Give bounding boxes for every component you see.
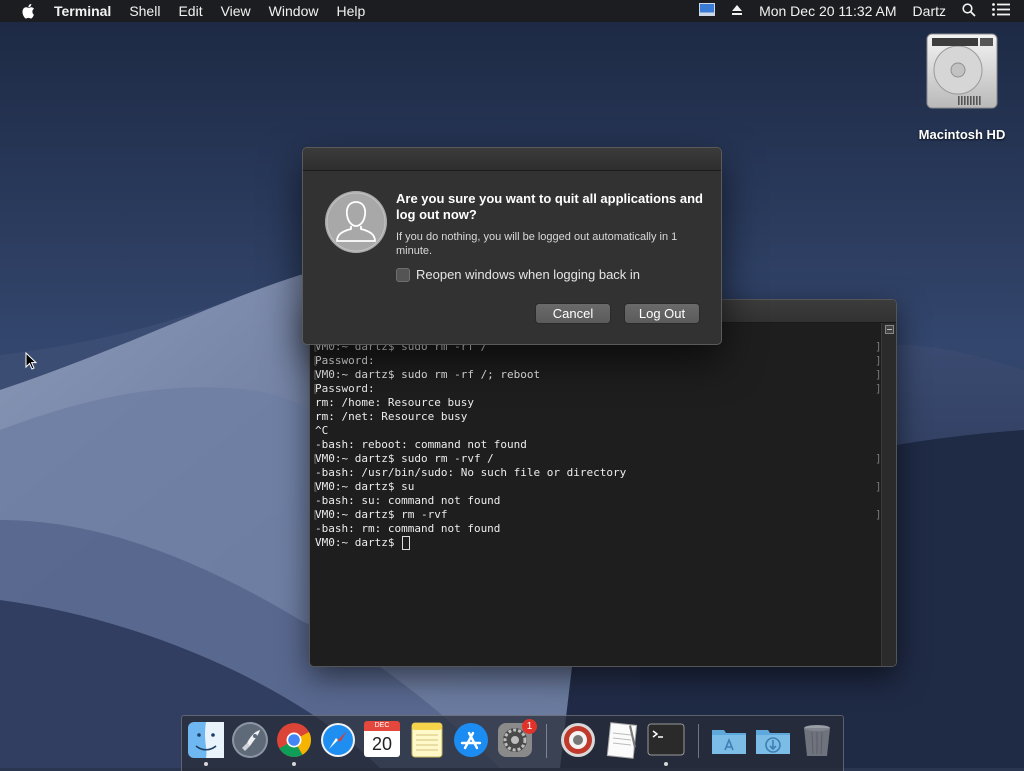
macintosh-hd-desktop-icon[interactable]: Macintosh HD xyxy=(912,32,1012,142)
terminal-line: -bash: reboot: command not found xyxy=(315,438,527,451)
mouse-pointer-icon xyxy=(25,352,37,370)
chrome-icon[interactable] xyxy=(275,721,313,759)
terminal-content[interactable]: VM0:~ dartz$ sudo rm -rf / Password: VM0… xyxy=(310,323,882,666)
menubar-clock[interactable]: Mon Dec 20 11:32 AM xyxy=(759,3,896,19)
calendar-day: 20 xyxy=(364,731,400,757)
terminal-window[interactable]: VM0:~ dartz$ sudo rm -rf / Password: VM0… xyxy=(309,299,897,667)
notes-icon[interactable] xyxy=(408,721,446,759)
dialog-message: If you do nothing, you will be logged ou… xyxy=(396,231,678,257)
finder-icon[interactable] xyxy=(187,721,225,759)
dock-separator xyxy=(698,724,699,758)
app-menu-terminal[interactable]: Terminal xyxy=(50,0,120,22)
terminal-cursor xyxy=(402,536,411,550)
menu-edit[interactable]: Edit xyxy=(169,0,211,22)
launchpad-icon[interactable] xyxy=(231,721,269,759)
finder-running-indicator xyxy=(204,762,208,766)
hard-drive-icon xyxy=(926,33,998,109)
terminal-line: VM0:~ dartz$ rm -rvf xyxy=(312,508,882,522)
logout-dialog: Are you sure you want to quit all applic… xyxy=(302,147,722,345)
reopen-windows-label[interactable]: Reopen windows when logging back in xyxy=(416,267,640,282)
terminal-line: Password: xyxy=(312,382,882,396)
terminal-line: ^C xyxy=(315,424,329,437)
photo-booth-icon[interactable] xyxy=(559,721,597,759)
terminal-line: VM0:~ dartz$ su xyxy=(312,480,882,494)
dock-separator xyxy=(546,724,547,758)
safari-icon[interactable] xyxy=(319,721,357,759)
menu-shell[interactable]: Shell xyxy=(120,0,169,22)
apple-menu-icon[interactable] xyxy=(18,0,38,22)
terminal-scrollbar[interactable] xyxy=(881,323,896,666)
spotlight-search-icon[interactable] xyxy=(962,2,976,20)
terminal-line: -bash: rm: command not found xyxy=(315,522,501,535)
notification-badge: 1 xyxy=(522,719,537,734)
eject-icon[interactable] xyxy=(731,3,743,19)
terminal-line: Password: xyxy=(312,354,882,368)
calendar-icon[interactable]: DEC 20 xyxy=(364,721,402,759)
user-avatar-icon xyxy=(325,191,387,253)
fast-user-switch[interactable]: Dartz xyxy=(913,3,946,19)
display-menu-extra-icon[interactable] xyxy=(699,3,716,19)
menu-help[interactable]: Help xyxy=(327,0,374,22)
terminal-line: rm: /net: Resource busy xyxy=(315,410,468,423)
terminal-prompt-line[interactable]: VM0:~ dartz$ xyxy=(315,536,882,550)
chrome-running-indicator xyxy=(292,762,296,766)
menu-view[interactable]: View xyxy=(212,0,260,22)
textedit-icon[interactable] xyxy=(603,721,641,759)
menu-bar: Terminal Shell Edit View Window Help Mon… xyxy=(0,0,1024,22)
terminal-icon[interactable] xyxy=(647,721,685,759)
calendar-month: DEC xyxy=(364,721,400,731)
dialog-titlebar xyxy=(303,148,721,171)
dock: DEC 20 1 xyxy=(181,715,844,771)
downloads-folder-icon[interactable] xyxy=(754,721,792,759)
reopen-windows-option[interactable]: Reopen windows when logging back in xyxy=(396,267,640,282)
menu-window[interactable]: Window xyxy=(260,0,328,22)
terminal-line: VM0:~ dartz$ sudo rm -rf /; reboot xyxy=(312,368,882,382)
terminal-running-indicator xyxy=(664,762,668,766)
system-preferences-icon[interactable]: 1 xyxy=(496,719,537,759)
reopen-windows-checkbox[interactable] xyxy=(396,267,410,282)
app-store-icon[interactable] xyxy=(452,721,490,759)
notification-center-icon[interactable] xyxy=(992,3,1010,19)
macintosh-hd-label: Macintosh HD xyxy=(918,127,1006,142)
applications-folder-icon[interactable] xyxy=(710,721,748,759)
log-out-button[interactable]: Log Out xyxy=(624,303,700,324)
terminal-line: rm: /home: Resource busy xyxy=(315,396,474,409)
dialog-heading: Are you sure you want to quit all applic… xyxy=(396,191,703,222)
terminal-line: -bash: /usr/bin/sudo: No such file or di… xyxy=(315,466,627,479)
scroll-collapse-button[interactable] xyxy=(885,325,894,334)
cancel-button[interactable]: Cancel xyxy=(535,303,611,324)
terminal-line: -bash: su: command not found xyxy=(315,494,501,507)
terminal-line: VM0:~ dartz$ sudo rm -rvf / xyxy=(312,452,882,466)
trash-icon[interactable] xyxy=(798,721,836,759)
terminal-prompt: VM0:~ dartz$ xyxy=(315,536,402,549)
